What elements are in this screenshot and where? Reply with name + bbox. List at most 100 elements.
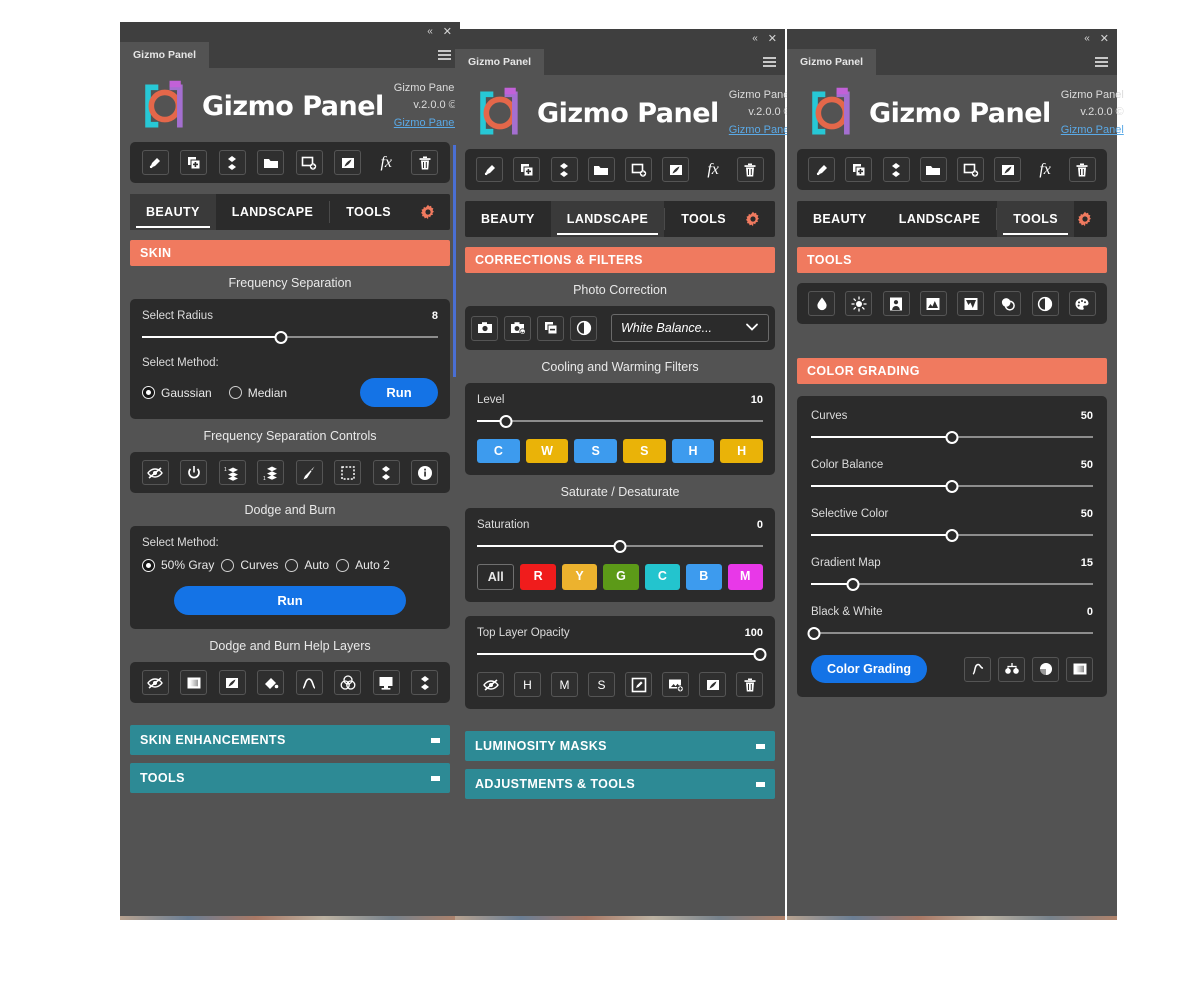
close-icon[interactable]: ✕ <box>768 33 777 45</box>
color-palette-icon[interactable] <box>1068 291 1096 316</box>
adjustment-layer-icon[interactable] <box>218 670 246 695</box>
black-white-track[interactable] <box>807 625 1093 641</box>
contrast-icon[interactable] <box>570 315 597 341</box>
collapse-minus-icon[interactable] <box>756 781 765 787</box>
healing-brush-icon[interactable] <box>141 150 169 175</box>
color-balance-icon[interactable] <box>998 656 1025 682</box>
hide-layer-icon[interactable] <box>141 460 169 485</box>
brand-meta-link[interactable]: Gizmo Panel <box>1061 122 1124 139</box>
adjustment-layer-icon[interactable] <box>994 157 1022 182</box>
radio-curves[interactable]: Curves <box>221 558 278 572</box>
merge-layers-icon[interactable] <box>411 670 439 695</box>
power-toggle-icon[interactable] <box>180 460 208 485</box>
duplicate-layer-icon[interactable] <box>513 157 541 182</box>
radio-median[interactable]: Median <box>228 386 287 400</box>
levels-up-icon[interactable] <box>919 291 947 316</box>
high-frequency-layer-icon[interactable]: 1 <box>218 460 246 485</box>
select-radius-track[interactable] <box>142 329 438 345</box>
merge-layers-icon[interactable] <box>550 157 578 182</box>
marquee-select-icon[interactable] <box>334 460 362 485</box>
sat-chip-b[interactable]: B <box>686 564 722 590</box>
clone-stamp-icon[interactable] <box>295 460 323 485</box>
collapse-minus-icon[interactable] <box>431 775 440 781</box>
sat-chip-y[interactable]: Y <box>561 564 598 590</box>
run-dodge-burn-button[interactable]: Run <box>174 586 406 615</box>
portrait-dodge-icon[interactable] <box>882 291 910 316</box>
duplicate-layer-icon[interactable] <box>845 157 873 182</box>
tab-tools[interactable]: TOOLS <box>997 201 1075 237</box>
curves-icon[interactable] <box>295 670 323 695</box>
contrast-icon[interactable] <box>1031 291 1059 316</box>
level-slider[interactable]: Level 10 <box>477 394 763 429</box>
hide-layer-icon[interactable] <box>477 672 504 697</box>
hamburger-menu-icon[interactable] <box>763 57 776 67</box>
healing-brush-icon[interactable] <box>476 157 504 182</box>
sat-chip-all[interactable]: All <box>477 564 515 590</box>
highlights-button[interactable]: H <box>514 672 541 697</box>
paint-bucket-icon[interactable] <box>257 670 285 695</box>
group-folder-icon[interactable] <box>257 150 285 175</box>
trash-icon[interactable] <box>736 672 763 697</box>
trash-icon[interactable] <box>736 157 764 182</box>
monitor-preview-icon[interactable] <box>372 670 400 695</box>
midtones-button[interactable]: M <box>551 672 578 697</box>
collapse-icon[interactable]: « <box>752 34 757 44</box>
gear-icon[interactable] <box>1077 201 1107 237</box>
layer-minus-icon[interactable] <box>537 315 564 341</box>
select-radius-slider[interactable]: Select Radius 8 <box>142 310 438 345</box>
trash-icon[interactable] <box>1068 157 1096 182</box>
section-adjustments-tools[interactable]: ADJUSTMENTS & TOOLS <box>465 769 775 799</box>
collapse-icon[interactable]: « <box>1084 34 1089 44</box>
new-layer-icon[interactable] <box>957 157 985 182</box>
gradient-square-icon[interactable] <box>1066 656 1093 682</box>
trash-icon[interactable] <box>411 150 439 175</box>
sat-chip-g[interactable]: G <box>603 564 639 590</box>
saturation-slider[interactable]: Saturation 0 <box>477 519 763 554</box>
camera-icon[interactable] <box>471 315 498 341</box>
tab-beauty[interactable]: BEAUTY <box>465 201 551 237</box>
sat-chip-r[interactable]: R <box>520 564 556 590</box>
filter-chip-h1[interactable]: H <box>671 439 715 463</box>
filter-chip-s1[interactable]: S <box>574 439 618 463</box>
filter-chip-h2[interactable]: H <box>720 439 764 463</box>
tab-tools[interactable]: TOOLS <box>330 194 407 230</box>
collapse-minus-icon[interactable] <box>431 737 440 743</box>
merge-layers-icon[interactable] <box>882 157 910 182</box>
close-icon[interactable]: ✕ <box>1100 33 1109 45</box>
brightness-sun-icon[interactable] <box>845 291 873 316</box>
color-balance-slider[interactable]: Color Balance 50 <box>811 459 1093 494</box>
section-bar-corrections-filters[interactable]: CORRECTIONS & FILTERS <box>465 247 775 273</box>
hide-layer-icon[interactable] <box>141 670 169 695</box>
level-track[interactable] <box>477 413 763 429</box>
sat-chip-m[interactable]: M <box>727 564 763 590</box>
fx-icon[interactable]: fx <box>700 157 727 182</box>
opacity-track[interactable] <box>477 646 767 662</box>
blur-droplet-icon[interactable] <box>808 291 836 316</box>
selective-color-track[interactable] <box>811 527 1093 543</box>
panel-scrollbar[interactable] <box>453 145 456 377</box>
hamburger-menu-icon[interactable] <box>1095 57 1108 67</box>
merge-layers-icon[interactable] <box>372 460 400 485</box>
duplicate-layer-icon[interactable] <box>180 150 208 175</box>
black-white-slider[interactable]: Black & White 0 <box>807 606 1093 641</box>
overlap-circles-icon[interactable] <box>994 291 1022 316</box>
section-skin-enhancements[interactable]: SKIN ENHANCEMENTS <box>130 725 450 755</box>
panel-tab-chip[interactable]: Gizmo Panel <box>455 49 545 75</box>
adjustment-layer-icon[interactable] <box>334 150 362 175</box>
healing-brush-icon[interactable] <box>808 157 836 182</box>
saturation-track[interactable] <box>477 538 763 554</box>
section-bar-tools[interactable]: TOOLS <box>797 247 1107 273</box>
group-folder-icon[interactable] <box>587 157 615 182</box>
tab-beauty[interactable]: BEAUTY <box>797 201 883 237</box>
curves-slider[interactable]: Curves 50 <box>811 410 1093 445</box>
info-icon[interactable] <box>411 460 439 485</box>
adjustment-layer-icon[interactable] <box>662 157 690 182</box>
low-frequency-layer-icon[interactable]: 1 <box>257 460 285 485</box>
adjustment-layer-icon[interactable] <box>699 672 726 697</box>
collapse-minus-icon[interactable] <box>756 743 765 749</box>
white-balance-dropdown[interactable]: White Balance... <box>611 314 769 342</box>
gradient-square-icon[interactable] <box>180 670 208 695</box>
color-balance-track[interactable] <box>811 478 1093 494</box>
panel-tab-chip[interactable]: Gizmo Panel <box>787 49 877 75</box>
section-bar-color-grading[interactable]: COLOR GRADING <box>797 358 1107 384</box>
